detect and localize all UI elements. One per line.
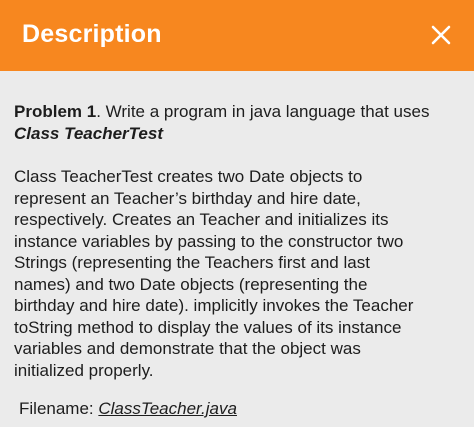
dialog-content: Problem 1. Write a program in java langu… — [14, 101, 460, 420]
dialog-header: Description — [0, 0, 474, 71]
problem-description: Class TeacherTest creates two Date objec… — [14, 167, 414, 380]
filename-row: Filename: ClassTeacher.java — [19, 398, 460, 420]
filename-label: Filename: — [19, 399, 99, 418]
close-button[interactable] — [427, 21, 455, 49]
problem-text: . Write a program in java language that … — [96, 102, 430, 121]
close-icon — [431, 25, 451, 44]
problem-heading: Problem 1. Write a program in java langu… — [14, 101, 460, 144]
dialog-title: Description — [22, 20, 162, 48]
problem-label: Problem 1 — [14, 102, 97, 121]
class-name: Class TeacherTest — [14, 123, 163, 143]
filename-link[interactable]: ClassTeacher.java — [98, 399, 237, 418]
description-dialog: Description Problem 1. Write a program i… — [0, 0, 474, 427]
